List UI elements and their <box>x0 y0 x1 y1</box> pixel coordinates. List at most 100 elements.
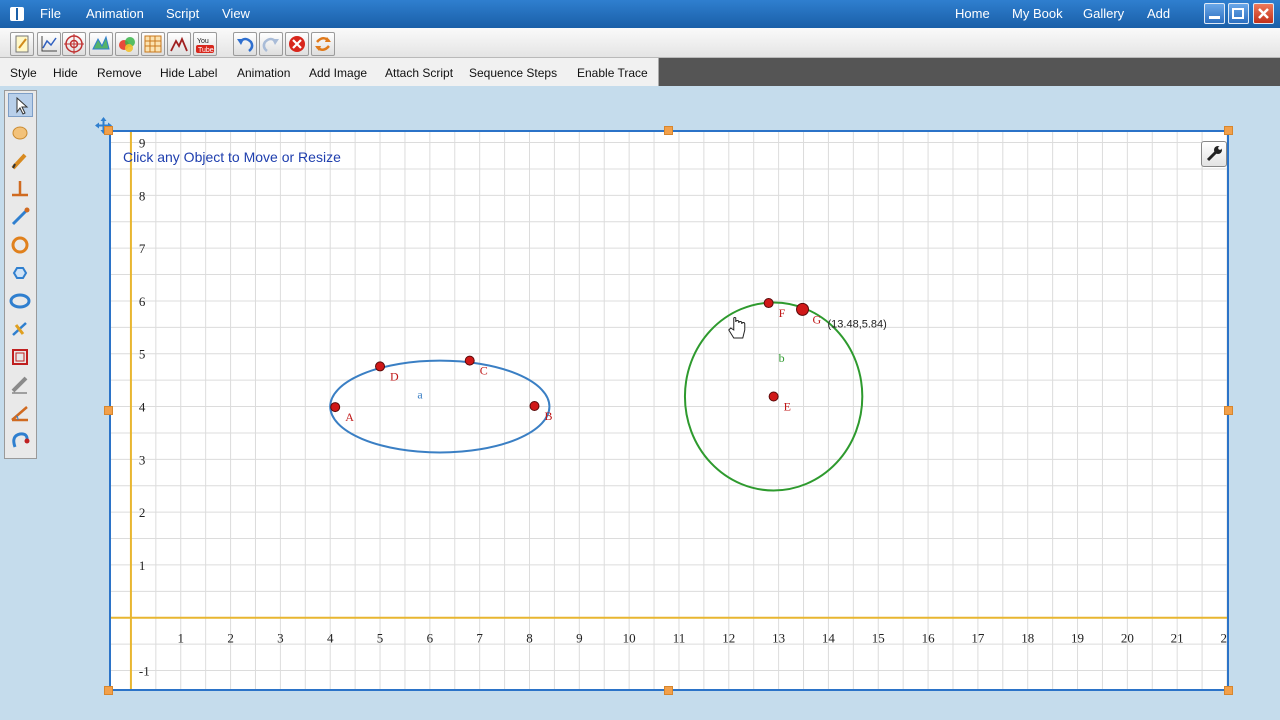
remove-command[interactable]: Remove <box>97 66 142 80</box>
line-graph-button[interactable] <box>37 32 61 56</box>
point-c <box>464 355 475 366</box>
y-tick-label: 6 <box>139 294 146 309</box>
hide-label-command[interactable]: Hide Label <box>160 66 217 80</box>
table-button[interactable] <box>141 32 165 56</box>
circle-tool[interactable] <box>8 233 33 257</box>
angle-icon <box>11 406 28 422</box>
new-page-icon <box>15 35 29 53</box>
ellipse-label: a <box>417 388 423 402</box>
segment-tool[interactable] <box>8 205 33 229</box>
app-book-icon <box>10 7 24 21</box>
maximize-button[interactable] <box>1228 3 1249 24</box>
icon-toolbar: You Tube <box>0 28 1280 58</box>
compass-tool[interactable] <box>8 317 33 341</box>
animation-command[interactable]: Animation <box>237 66 290 80</box>
menu-view[interactable]: View <box>222 6 250 21</box>
x-tick-label: 19 <box>1071 631 1084 646</box>
command-bar: Style Hide Remove Hide Label Animation A… <box>0 58 1280 86</box>
resize-handle-right[interactable] <box>1224 406 1233 415</box>
enable-trace-command[interactable]: Enable Trace <box>577 66 648 80</box>
point-e <box>768 391 779 402</box>
resize-handle-bottom[interactable] <box>664 686 673 695</box>
style-command[interactable]: Style <box>10 66 37 80</box>
delete-button[interactable] <box>285 32 309 56</box>
add-image-command[interactable]: Add Image <box>309 66 367 80</box>
y-tick-label: 8 <box>139 188 146 203</box>
pointer-tool[interactable] <box>8 93 33 117</box>
pencil-tool[interactable] <box>8 149 33 173</box>
perpendicular-tool[interactable] <box>8 177 33 201</box>
refresh-button[interactable] <box>311 32 335 56</box>
close-button[interactable] <box>1253 3 1274 24</box>
resize-handle-top-left[interactable] <box>104 126 113 135</box>
x-tick-label: 14 <box>822 631 836 646</box>
canvas-instruction: Click any Object to Move or Resize <box>123 149 341 165</box>
x-tick-label: 22 <box>1221 631 1228 646</box>
svg-text:Tube: Tube <box>198 47 214 54</box>
undo-button[interactable] <box>233 32 257 56</box>
eraser-tool[interactable] <box>8 121 33 145</box>
graph-plot[interactable]: 12345678910111213141516171819202122-1123… <box>111 132 1227 689</box>
minimize-button[interactable] <box>1204 3 1225 24</box>
point-a <box>330 402 341 413</box>
link-add[interactable]: Add <box>1147 6 1170 21</box>
youtube-button[interactable]: You Tube <box>193 32 217 56</box>
tree-button[interactable] <box>167 32 191 56</box>
target-icon <box>64 34 84 54</box>
x-tick-label: 15 <box>872 631 885 646</box>
x-tick-label: 7 <box>476 631 483 646</box>
undo-icon <box>237 37 254 52</box>
angle-tool[interactable] <box>8 401 33 425</box>
hide-command[interactable]: Hide <box>53 66 78 80</box>
resize-handle-left[interactable] <box>104 406 113 415</box>
y-tick-label: 7 <box>139 241 146 256</box>
ellipse-icon <box>9 293 31 309</box>
x-tick-label: 10 <box>623 631 636 646</box>
drawing-canvas[interactable]: 12345678910111213141516171819202122-1123… <box>109 130 1229 691</box>
close-icon <box>1258 8 1269 19</box>
color-bubbles-button[interactable] <box>115 32 139 56</box>
y-tick-label: 4 <box>139 400 146 415</box>
x-tick-label: 5 <box>377 631 384 646</box>
link-gallery[interactable]: Gallery <box>1083 6 1124 21</box>
x-tick-label: 6 <box>427 631 434 646</box>
pointer-icon <box>16 96 29 115</box>
attach-script-command[interactable]: Attach Script <box>385 66 453 80</box>
point-label: F <box>779 306 786 320</box>
link-my-book[interactable]: My Book <box>1012 6 1063 21</box>
rectangle-tool[interactable] <box>8 345 33 369</box>
sequence-steps-command[interactable]: Sequence Steps <box>469 66 557 80</box>
wrench-icon <box>1206 146 1222 162</box>
resize-handle-top[interactable] <box>664 126 673 135</box>
segment-icon <box>11 207 30 226</box>
point-b <box>529 401 540 412</box>
point-label: D <box>390 369 399 383</box>
x-tick-label: 12 <box>722 631 735 646</box>
table-icon <box>144 35 162 53</box>
ruler-tool[interactable] <box>8 373 33 397</box>
menu-file[interactable]: File <box>40 6 61 21</box>
settings-button[interactable] <box>1201 141 1227 167</box>
x-tick-label: 8 <box>526 631 533 646</box>
circle-icon <box>11 236 29 254</box>
resize-handle-bottom-left[interactable] <box>104 686 113 695</box>
arc-tool[interactable] <box>8 429 33 453</box>
new-page-button[interactable] <box>10 32 34 56</box>
menu-script[interactable]: Script <box>166 6 199 21</box>
resize-handle-top-right[interactable] <box>1224 126 1233 135</box>
menu-animation[interactable]: Animation <box>86 6 144 21</box>
ellipse-tool[interactable] <box>8 289 33 313</box>
resize-handle-bottom-right[interactable] <box>1224 686 1233 695</box>
point-d <box>375 361 386 372</box>
coordinate-readout: (13.48,5.84) <box>828 318 887 330</box>
surface-plot-button[interactable] <box>89 32 113 56</box>
arc-icon <box>12 432 30 448</box>
minimize-icon <box>1209 16 1220 19</box>
target-button[interactable] <box>62 32 86 56</box>
compass-icon <box>12 322 27 336</box>
hand-cursor-icon <box>728 317 746 339</box>
link-home[interactable]: Home <box>955 6 990 21</box>
polygon-tool[interactable] <box>8 261 33 285</box>
redo-button[interactable] <box>259 32 283 56</box>
y-tick-label: 3 <box>139 452 146 467</box>
